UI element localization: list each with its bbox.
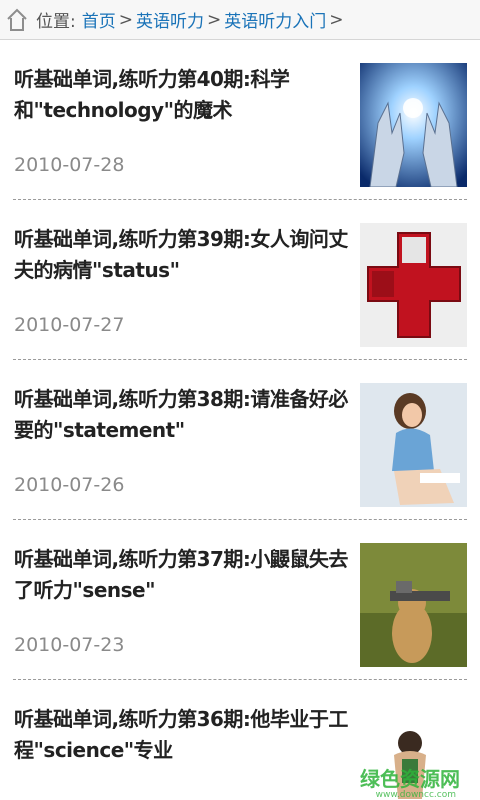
article-title[interactable]: 听基础单词,练听力第37期:小鼹鼠失去了听力"sense": [14, 544, 349, 606]
article-date: 2010-07-27: [14, 314, 125, 336]
article-item[interactable]: 听基础单词,练听力第37期:小鼹鼠失去了听力"sense" 2010-07-23: [13, 520, 467, 680]
article-item[interactable]: 听基础单词,练听力第38期:请准备好必要的"statement" 2010-07…: [13, 360, 467, 520]
article-item[interactable]: 听基础单词,练听力第40期:科学和"technology"的魔术 2010-07…: [13, 40, 467, 200]
watermark-url: www.downcc.com: [375, 790, 456, 800]
breadcrumb-listening-intro-link[interactable]: 英语听力入门: [224, 7, 326, 32]
article-date: 2010-07-26: [14, 474, 125, 496]
article-title[interactable]: 听基础单词,练听力第36期:他毕业于工程"science"专业: [14, 704, 349, 766]
home-icon[interactable]: [6, 8, 28, 32]
breadcrumb-separator: >: [206, 9, 222, 30]
breadcrumb-home-link[interactable]: 首页: [82, 7, 116, 32]
article-item[interactable]: 听基础单词,练听力第39期:女人询问丈夫的病情"status" 2010-07-…: [13, 200, 467, 360]
article-title[interactable]: 听基础单词,练听力第40期:科学和"technology"的魔术: [14, 64, 349, 126]
article-thumbnail-robot-hands[interactable]: [360, 63, 467, 187]
article-list: 听基础单词,练听力第40期:科学和"technology"的魔术 2010-07…: [0, 40, 480, 800]
article-date: 2010-07-28: [14, 154, 125, 176]
watermark-logo: 绿色资源网: [360, 767, 460, 791]
article-thumbnail-prairie-dog[interactable]: [360, 543, 467, 667]
breadcrumb: 位置: 首页 > 英语听力 > 英语听力入门 >: [0, 0, 480, 40]
article-title[interactable]: 听基础单词,练听力第39期:女人询问丈夫的病情"status": [14, 224, 349, 286]
breadcrumb-separator: >: [118, 9, 133, 30]
article-thumbnail-woman-sitting[interactable]: [360, 383, 467, 507]
article-title[interactable]: 听基础单词,练听力第38期:请准备好必要的"statement": [14, 384, 349, 446]
breadcrumb-english-listening-link[interactable]: 英语听力: [136, 7, 204, 32]
article-thumbnail-red-cross[interactable]: [360, 223, 467, 347]
article-date: 2010-07-23: [14, 634, 125, 656]
breadcrumb-separator: >: [329, 9, 344, 30]
breadcrumb-label: 位置:: [36, 12, 76, 32]
